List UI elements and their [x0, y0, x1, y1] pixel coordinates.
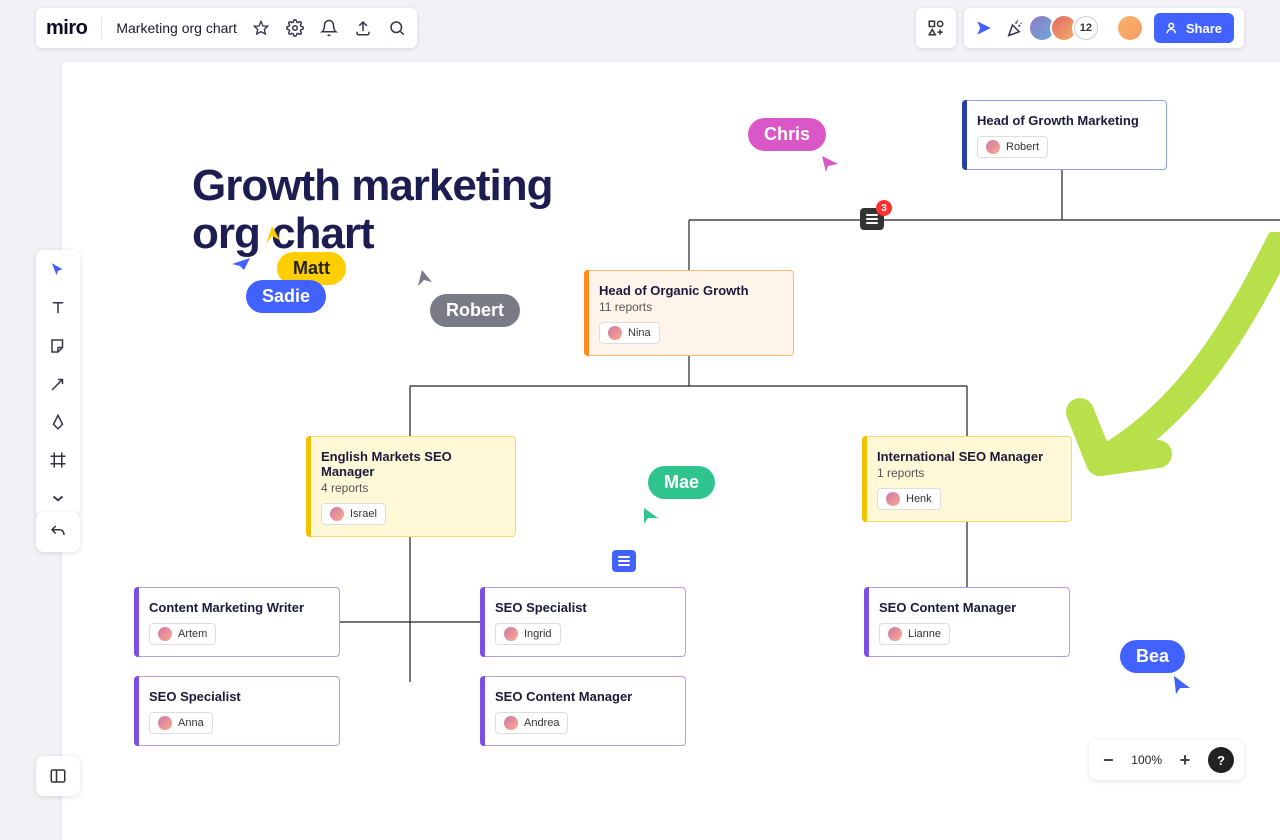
card-title: Head of Organic Growth [599, 283, 779, 298]
person-chip[interactable]: Nina [599, 322, 660, 344]
card-seo-content-mgr-intl[interactable]: SEO Content Manager Lianne [864, 587, 1070, 657]
card-seo-content-mgr-2[interactable]: SEO Content Manager Andrea [480, 676, 686, 746]
party-icon[interactable] [1004, 18, 1024, 38]
cursor-chris-pointer [820, 154, 840, 174]
card-title: SEO Specialist [149, 689, 325, 704]
card-title: SEO Content Manager [879, 600, 1055, 615]
share-label: Share [1186, 21, 1222, 36]
side-toolbar [36, 250, 80, 518]
card-title: Head of Growth Marketing [977, 113, 1152, 128]
person-chip[interactable]: Anna [149, 712, 213, 734]
share-button[interactable]: Share [1154, 13, 1234, 43]
card-head-organic[interactable]: Head of Organic Growth 11 reports Nina [584, 270, 794, 356]
card-head-growth[interactable]: Head of Growth Marketing Robert [962, 100, 1167, 170]
arrow-tool[interactable] [44, 370, 72, 398]
comment-icon[interactable] [612, 550, 636, 572]
cursor-sadie-pointer [230, 256, 252, 278]
current-user-avatar[interactable] [1116, 14, 1144, 42]
top-bar: miro Marketing org chart [36, 8, 1244, 48]
sidebar-toggle[interactable] [36, 756, 80, 796]
person-chip[interactable]: Lianne [879, 623, 950, 645]
undo-button[interactable] [36, 512, 80, 552]
collaborator-avatars[interactable]: 12 [1034, 14, 1100, 42]
person-chip[interactable]: Robert [977, 136, 1048, 158]
person-chip[interactable]: Artem [149, 623, 216, 645]
settings-icon[interactable] [285, 18, 305, 38]
comment-count-badge: 3 [876, 200, 892, 216]
page-title: Growth marketing org chart [192, 162, 553, 259]
sticky-note-tool[interactable] [44, 332, 72, 360]
board-frame[interactable]: Growth marketing org chart Head of Growt… [62, 62, 1280, 840]
apps-icon[interactable] [916, 8, 956, 48]
card-title: Content Marketing Writer [149, 600, 325, 615]
cursor-bea-pointer [1170, 674, 1192, 696]
zoom-out-button[interactable]: − [1099, 750, 1117, 771]
card-subtitle: 11 reports [599, 300, 779, 314]
card-eng-seo-mgr[interactable]: English Markets SEO Manager 4 reports Is… [306, 436, 516, 537]
zoom-level[interactable]: 100% [1131, 753, 1162, 767]
card-seo-spec-2[interactable]: SEO Specialist Anna [134, 676, 340, 746]
search-icon[interactable] [387, 18, 407, 38]
divider [101, 17, 102, 39]
cursor-robert-pointer [414, 268, 436, 290]
star-icon[interactable] [251, 18, 271, 38]
card-content-writer[interactable]: Content Marketing Writer Artem [134, 587, 340, 657]
person-chip[interactable]: Henk [877, 488, 941, 510]
cursor-mae: Mae [648, 466, 715, 499]
text-tool[interactable] [44, 294, 72, 322]
person-chip[interactable]: Andrea [495, 712, 568, 734]
card-seo-spec-1[interactable]: SEO Specialist Ingrid [480, 587, 686, 657]
card-subtitle: 1 reports [877, 466, 1057, 480]
cursor-matt-pointer [262, 224, 284, 246]
more-tools[interactable] [44, 484, 72, 512]
avatar-count[interactable]: 12 [1072, 14, 1100, 42]
card-title: SEO Content Manager [495, 689, 671, 704]
select-tool[interactable] [44, 256, 72, 284]
card-title: English Markets SEO Manager [321, 449, 501, 479]
zoom-in-button[interactable]: + [1176, 750, 1194, 771]
frame-tool[interactable] [44, 446, 72, 474]
person-add-icon [1166, 21, 1180, 35]
person-chip[interactable]: Ingrid [495, 623, 561, 645]
cursor-mae-pointer [640, 506, 660, 526]
cursor-robert: Robert [430, 294, 520, 327]
cursor-chris: Chris [748, 118, 826, 151]
cursor-bea: Bea [1120, 640, 1185, 673]
drawn-arrow [1040, 232, 1280, 492]
bell-icon[interactable] [319, 18, 339, 38]
miro-logo[interactable]: miro [46, 17, 87, 40]
card-subtitle: 4 reports [321, 481, 501, 495]
card-title: International SEO Manager [877, 449, 1057, 464]
card-title: SEO Specialist [495, 600, 671, 615]
person-chip[interactable]: Israel [321, 503, 386, 525]
board-name[interactable]: Marketing org chart [116, 20, 237, 36]
help-button[interactable]: ? [1208, 747, 1234, 773]
pen-tool[interactable] [44, 408, 72, 436]
cursor-sadie: Sadie [246, 280, 326, 313]
export-icon[interactable] [353, 18, 373, 38]
zoom-controls: − 100% + ? [1089, 740, 1244, 780]
comment-thread-icon[interactable]: 3 [860, 208, 884, 230]
cursor-send-icon[interactable] [974, 18, 994, 38]
